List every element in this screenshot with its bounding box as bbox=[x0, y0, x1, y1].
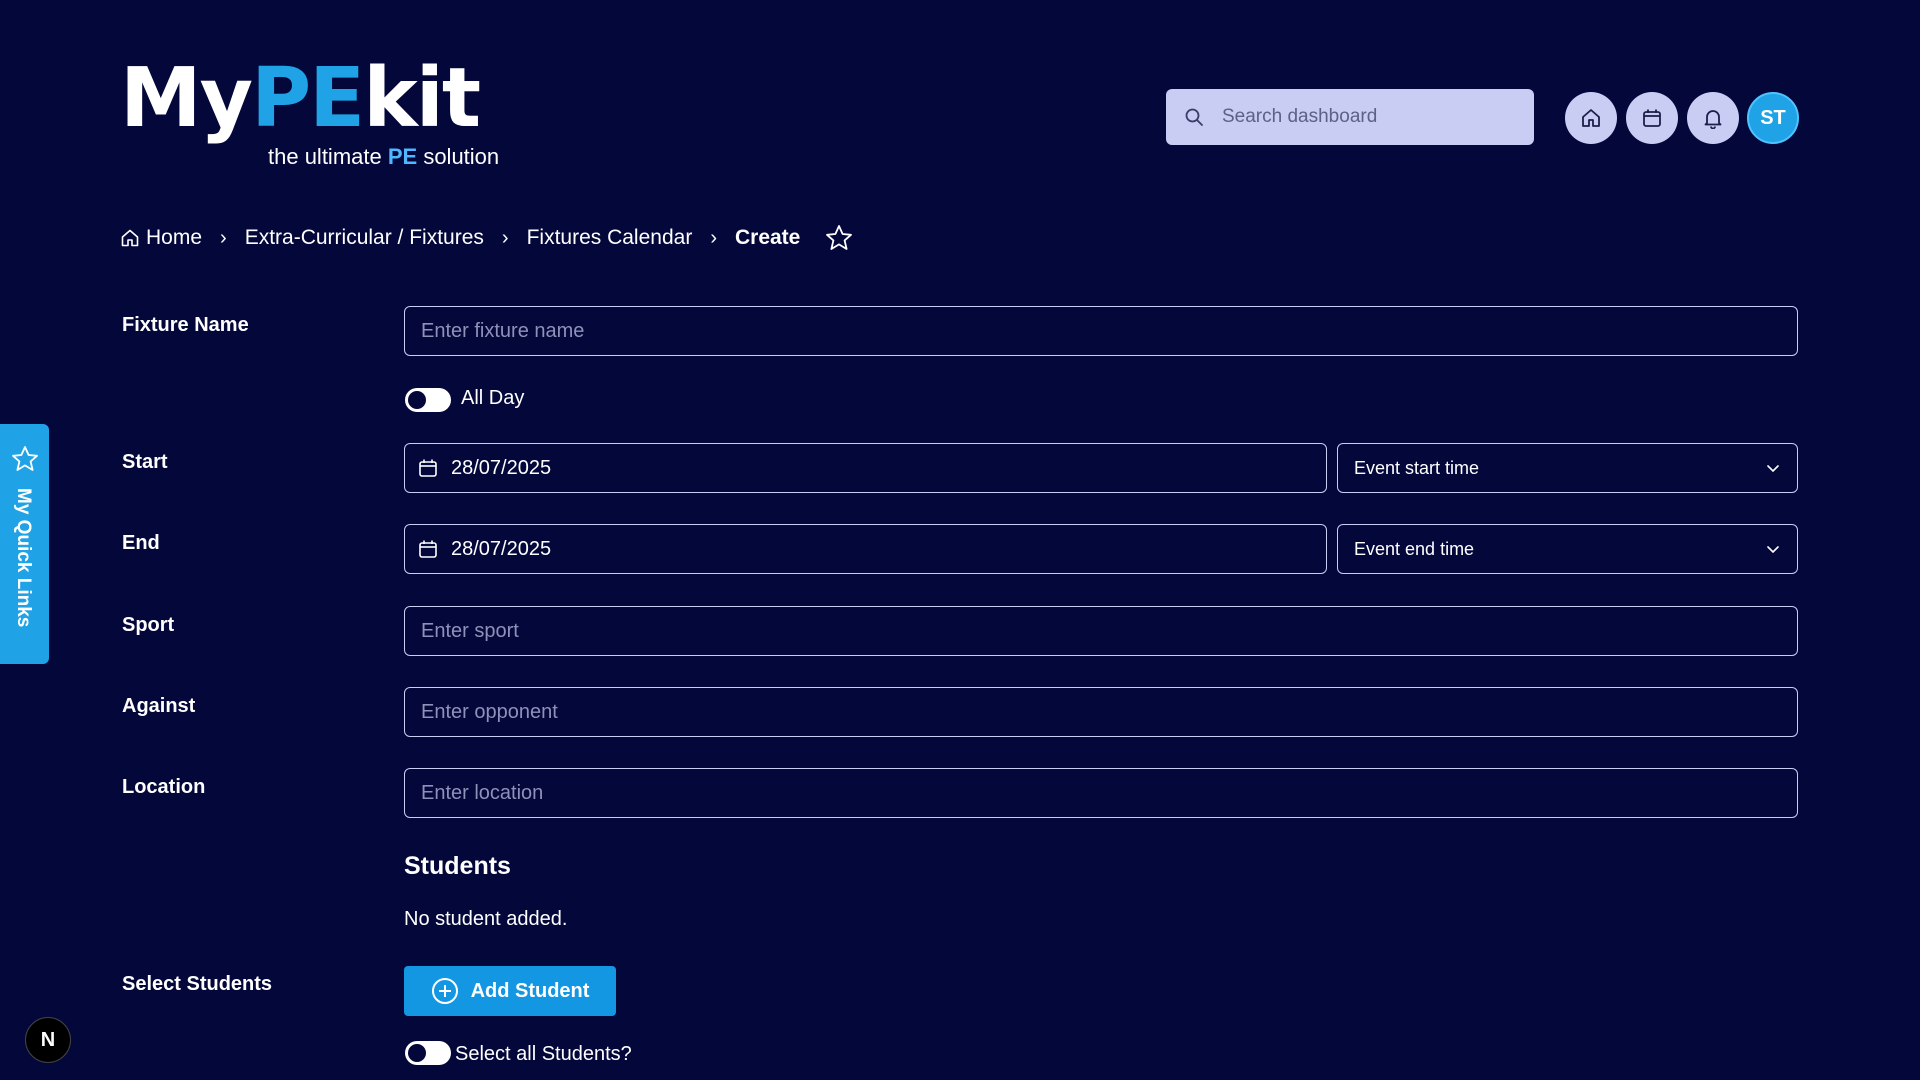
against-field[interactable] bbox=[404, 687, 1798, 737]
fixture-name-input[interactable] bbox=[405, 307, 1797, 355]
add-student-button[interactable]: Add Student bbox=[404, 966, 616, 1016]
chevron-down-icon bbox=[1765, 541, 1781, 557]
all-day-toggle[interactable] bbox=[405, 388, 451, 412]
start-time-select[interactable]: Event start time bbox=[1337, 443, 1798, 493]
bell-icon bbox=[1702, 107, 1724, 129]
chevron-right-icon: › bbox=[501, 226, 509, 249]
logo-tagline: the ultimate PE solution bbox=[268, 144, 500, 169]
search-icon bbox=[1182, 105, 1206, 129]
breadcrumb-home-icon bbox=[120, 228, 140, 248]
search-bar[interactable] bbox=[1166, 89, 1534, 145]
chevron-right-icon: › bbox=[710, 226, 717, 249]
mypekit-logo[interactable]: MyPEkit the ultimate PE solution bbox=[120, 58, 510, 170]
location-field[interactable] bbox=[404, 768, 1798, 818]
fixture-name-field[interactable] bbox=[404, 306, 1798, 356]
sport-label: Sport bbox=[122, 614, 175, 636]
end-time-value: Event end time bbox=[1354, 538, 1475, 559]
home-button[interactable] bbox=[1565, 92, 1617, 144]
calendar-icon bbox=[417, 457, 439, 479]
students-empty-text: No student added. bbox=[404, 908, 568, 930]
plus-circle-icon bbox=[431, 977, 459, 1005]
sport-input[interactable] bbox=[405, 607, 1797, 655]
my-quick-links-tab[interactable]: My Quick Links bbox=[0, 424, 49, 664]
select-all-students-label: Select all Students? bbox=[455, 1043, 632, 1065]
location-input[interactable] bbox=[405, 769, 1797, 817]
all-day-label: All Day bbox=[461, 387, 525, 409]
calendar-icon bbox=[417, 538, 439, 560]
breadcrumb-current: Create bbox=[734, 226, 801, 249]
breadcrumb-home[interactable]: Home bbox=[146, 226, 202, 250]
add-student-label: Add Student bbox=[470, 979, 590, 1002]
start-date-value: 28/07/2025 bbox=[451, 456, 552, 479]
end-label: End bbox=[122, 532, 160, 554]
breadcrumb-fixtures-calendar[interactable]: Fixtures Calendar bbox=[527, 226, 693, 250]
search-input[interactable] bbox=[1220, 97, 1520, 137]
location-label: Location bbox=[122, 776, 206, 798]
end-date-field[interactable]: 28/07/2025 bbox=[404, 524, 1327, 574]
quick-links-label: My Quick Links bbox=[13, 488, 34, 628]
end-time-select[interactable]: Event end time bbox=[1337, 524, 1798, 574]
start-label: Start bbox=[122, 451, 168, 473]
chevron-right-icon: › bbox=[220, 226, 227, 249]
breadcrumb: Home › Extra-Curricular / Fixtures › Fix… bbox=[120, 220, 854, 256]
start-time-value: Event start time bbox=[1354, 457, 1480, 478]
home-icon bbox=[1580, 107, 1602, 129]
select-students-label: Select Students bbox=[122, 973, 273, 995]
students-title: Students bbox=[404, 852, 511, 880]
breadcrumb-extra-curricular[interactable]: Extra-Curricular / Fixtures bbox=[245, 226, 484, 250]
user-avatar[interactable]: ST bbox=[1747, 92, 1799, 144]
sport-field[interactable] bbox=[404, 606, 1798, 656]
start-date-field[interactable]: 28/07/2025 bbox=[404, 443, 1327, 493]
chevron-down-icon bbox=[1765, 460, 1781, 476]
against-label: Against bbox=[122, 695, 196, 717]
logo-wordmark: MyPEkit bbox=[120, 51, 481, 146]
select-all-students-toggle[interactable] bbox=[405, 1041, 451, 1065]
against-input[interactable] bbox=[405, 688, 1797, 736]
calendar-button[interactable] bbox=[1626, 92, 1678, 144]
star-icon bbox=[10, 444, 40, 474]
notifications-button[interactable] bbox=[1687, 92, 1739, 144]
calendar-icon bbox=[1641, 107, 1663, 129]
end-date-value: 28/07/2025 bbox=[451, 537, 552, 560]
favourite-star-icon[interactable] bbox=[824, 223, 854, 253]
fixture-name-label: Fixture Name bbox=[122, 314, 249, 336]
next-dev-badge[interactable]: N bbox=[25, 1017, 71, 1063]
